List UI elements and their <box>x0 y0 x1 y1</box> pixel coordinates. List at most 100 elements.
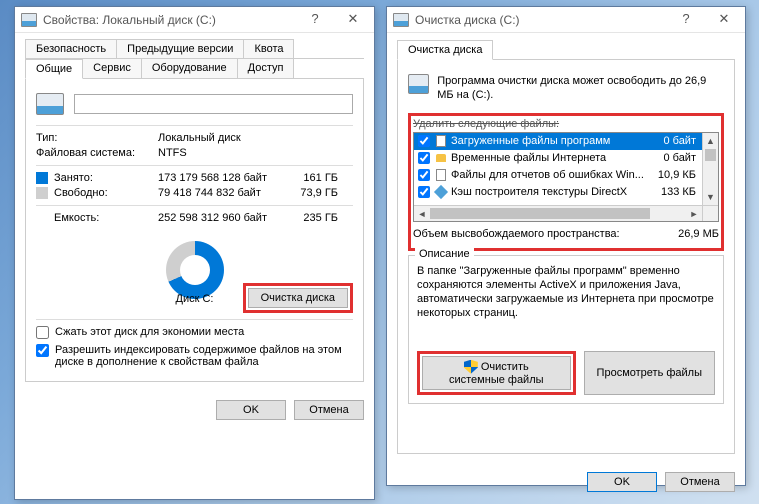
file-checkbox[interactable] <box>418 169 430 181</box>
index-label: Разрешить индексировать содержимое файло… <box>55 344 353 368</box>
close-button[interactable]: ✕ <box>705 8 743 32</box>
properties-window: Свойства: Локальный диск (C:) ? ✕ Безопа… <box>14 6 375 500</box>
scroll-right-icon[interactable]: ► <box>686 206 702 221</box>
scroll-left-icon[interactable]: ◄ <box>414 206 430 221</box>
highlight-cleanup: Очистка диска <box>243 283 353 313</box>
file-list-row[interactable]: Загруженные файлы программ0 байт <box>414 133 702 150</box>
type-value: Локальный диск <box>158 132 241 144</box>
view-files-button[interactable]: Просмотреть файлы <box>584 351 715 395</box>
ok-button[interactable]: OK <box>216 400 286 420</box>
cap-bytes: 252 598 312 960 байт <box>158 212 288 224</box>
file-list[interactable]: Загруженные файлы программ0 байтВременны… <box>413 132 719 222</box>
drive-icon <box>408 74 429 94</box>
tab-quota[interactable]: Квота <box>243 39 294 58</box>
tab-security[interactable]: Безопасность <box>25 39 117 58</box>
titlebar[interactable]: Свойства: Локальный диск (C:) ? ✕ <box>15 7 374 33</box>
cleanup-panel: Программа очистки диска может освободить… <box>397 60 735 454</box>
file-checkbox[interactable] <box>418 152 430 164</box>
scroll-thumb[interactable] <box>705 149 716 161</box>
clean-system-files-button[interactable]: Очистить системные файлы <box>422 356 571 390</box>
type-label: Тип: <box>36 132 158 144</box>
compress-label: Сжать этот диск для экономии места <box>55 326 244 338</box>
shield-icon <box>464 360 478 374</box>
volume-label-input[interactable] <box>74 94 353 114</box>
cleanup-window: Очистка диска (C:) ? ✕ Очистка диска Про… <box>386 6 746 486</box>
file-list-row[interactable]: Файлы для отчетов об ошибках Win...10,9 … <box>414 167 702 184</box>
tab-general[interactable]: Общие <box>25 59 83 79</box>
free-gb: 73,9 ГБ <box>288 187 338 199</box>
file-size: 0 байт <box>646 152 700 164</box>
scrollbar-vertical[interactable]: ▲ ▼ <box>702 133 718 205</box>
drive-icon <box>21 13 37 27</box>
file-checkbox[interactable] <box>418 186 430 198</box>
tab-sharing[interactable]: Доступ <box>237 58 295 78</box>
file-size: 10,9 КБ <box>646 169 700 181</box>
tab-row: Очистка диска <box>397 39 735 60</box>
cleanup-icon <box>393 13 409 27</box>
file-label: Загруженные файлы программ <box>451 135 646 147</box>
scroll-corner <box>702 205 718 221</box>
titlebar[interactable]: Очистка диска (C:) ? ✕ <box>387 7 745 33</box>
highlight-filelist: Удалить следующие файлы: Загруженные фай… <box>408 113 724 251</box>
description-group: Описание В папке "Загруженные файлы прог… <box>408 255 724 404</box>
tab-cleanup[interactable]: Очистка диска <box>397 40 493 60</box>
window-title: Очистка диска (C:) <box>415 13 667 27</box>
fs-label: Файловая система: <box>36 147 158 159</box>
ok-button[interactable]: OK <box>587 472 657 492</box>
page-icon <box>434 169 448 181</box>
client-area: Безопасность Предыдущие версии Квота Общ… <box>15 33 374 392</box>
close-button[interactable]: ✕ <box>334 8 372 32</box>
freeable-value: 26,9 МБ <box>678 228 719 240</box>
freeable-label: Объем высвобождаемого пространства: <box>413 228 678 240</box>
cap-label: Емкость: <box>36 212 158 224</box>
disk-cleanup-button[interactable]: Очистка диска <box>248 288 348 308</box>
tab-prev-versions[interactable]: Предыдущие версии <box>116 39 244 58</box>
file-label: Кэш построителя текстуры DirectX <box>451 186 646 198</box>
file-size: 133 КБ <box>646 186 700 198</box>
dialog-buttons: OK Отмена <box>387 464 745 500</box>
cube-icon <box>434 186 448 198</box>
tab-service[interactable]: Сервис <box>82 58 142 78</box>
file-checkbox[interactable] <box>418 135 430 147</box>
file-label: Временные файлы Интернета <box>451 152 646 164</box>
lock-icon <box>434 152 448 164</box>
used-gb: 161 ГБ <box>288 172 338 184</box>
description-title: Описание <box>415 248 474 260</box>
dialog-buttons: OK Отмена <box>15 392 374 428</box>
general-panel: Тип:Локальный диск Файловая система:NTFS… <box>25 79 364 382</box>
description-text: В папке "Загруженные файлы программ" вре… <box>417 264 715 321</box>
drive-large-icon <box>36 93 64 115</box>
file-list-row[interactable]: Кэш построителя текстуры DirectX133 КБ <box>414 184 702 201</box>
highlight-clean-sys: Очистить системные файлы <box>417 351 576 395</box>
window-title: Свойства: Локальный диск (C:) <box>43 13 296 27</box>
tab-hardware[interactable]: Оборудование <box>141 58 238 78</box>
disk-label: Диск C: <box>176 293 214 305</box>
index-checkbox[interactable] <box>36 344 49 357</box>
scrollbar-horizontal[interactable]: ◄ ► <box>414 205 702 221</box>
free-label: Свободно: <box>54 187 108 199</box>
file-size: 0 байт <box>646 135 700 147</box>
file-list-row[interactable]: Временные файлы Интернета0 байт <box>414 150 702 167</box>
page-icon <box>434 135 448 147</box>
free-swatch <box>36 187 48 199</box>
free-bytes: 79 418 744 832 байт <box>158 187 288 199</box>
fs-value: NTFS <box>158 147 187 159</box>
used-swatch <box>36 172 48 184</box>
tab-row-1: Безопасность Предыдущие версии Квота <box>25 39 364 59</box>
help-button[interactable]: ? <box>296 8 334 32</box>
client-area: Очистка диска Программа очистки диска мо… <box>387 33 745 464</box>
file-label: Файлы для отчетов об ошибках Win... <box>451 169 646 181</box>
scroll-down-icon[interactable]: ▼ <box>703 189 718 205</box>
used-label: Занято: <box>54 172 93 184</box>
scroll-up-icon[interactable]: ▲ <box>703 133 718 149</box>
usage-chart <box>166 241 224 299</box>
list-caption: Удалить следующие файлы: <box>413 118 719 130</box>
cancel-button[interactable]: Отмена <box>294 400 364 420</box>
tab-row-2: Общие Сервис Оборудование Доступ <box>25 58 364 79</box>
help-button[interactable]: ? <box>667 8 705 32</box>
cancel-button[interactable]: Отмена <box>665 472 735 492</box>
info-text: Программа очистки диска может освободить… <box>437 74 724 103</box>
used-bytes: 173 179 568 128 байт <box>158 172 288 184</box>
compress-checkbox[interactable] <box>36 326 49 339</box>
scroll-thumb[interactable] <box>430 208 650 219</box>
